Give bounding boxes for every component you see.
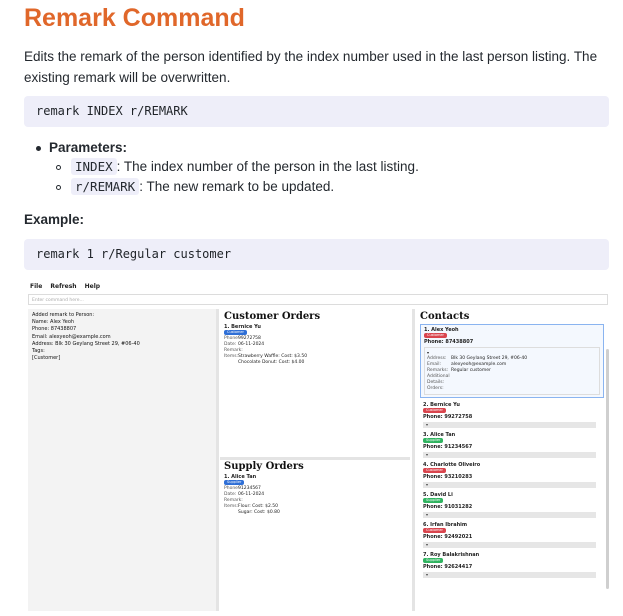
result-display: Added remark to Person: Name: Alex Yeoh … (28, 309, 216, 611)
example-code-block: remark 1 r/Regular customer (24, 239, 609, 270)
scrollbar[interactable] (606, 349, 609, 589)
result-line: Added remark to Person: (32, 312, 95, 318)
contact-tag: Customer (423, 528, 447, 533)
contact-phone: Phone: 93210283 (423, 474, 473, 480)
param-code: INDEX (71, 158, 117, 175)
bullet-dot-icon (36, 145, 41, 151)
contact-card[interactable]: 3. Alice Tan Supplier Phone: 91234567 ▾ (420, 432, 607, 458)
menu-bar: File Refresh Help (24, 281, 611, 293)
contact-name: 2. Bernice Yu (423, 402, 460, 408)
param-desc: : The index number of the person in the … (116, 159, 419, 174)
menu-refresh[interactable]: Refresh (50, 283, 76, 290)
detail-value: Regular customer (451, 368, 491, 373)
result-line: Phone: 87438807 (32, 326, 77, 333)
contact-tag: Customer (423, 408, 447, 413)
order-item: Sugar: Cost: $0.80 (238, 510, 280, 515)
result-line: Email: alexyeoh@example.com (32, 333, 111, 340)
chevron-down-icon[interactable]: ▾ (423, 572, 596, 578)
contact-tag: Customer (423, 468, 447, 473)
order-card[interactable]: 1. Bernice Yu Customer Phone: 99272758 Da… (224, 324, 406, 366)
contact-name: 1. Alex Yeoh (424, 327, 459, 333)
contact-phone: Phone: 92624417 (423, 564, 473, 570)
contact-card[interactable]: 6. Irfan Ibrahim Customer Phone: 92492021 ▾ (420, 522, 607, 548)
bullet-circle-icon (56, 184, 61, 190)
chevron-down-icon[interactable]: ▾ (423, 422, 596, 428)
app-screenshot: File Refresh Help Enter command here... … (24, 281, 611, 611)
detail-label: Orders: (427, 386, 444, 391)
contact-phone: Phone: 92492021 (423, 534, 473, 540)
chevron-down-icon[interactable]: ▾ (423, 512, 596, 518)
contact-tag: Customer (424, 333, 448, 338)
contact-list: 2. Bernice Yu Customer Phone: 99272758 ▾ 3. … (420, 402, 607, 578)
contact-card-selected[interactable]: 1. Alex Yeoh Customer Phone: 87438807 ▾ … (420, 324, 604, 398)
description-line-1: Edits the remark of the person identifie… (24, 49, 598, 64)
pane-divider[interactable] (220, 457, 410, 460)
contacts-panel: Contacts 1. Alex Yeoh Customer Phone: 87… (416, 309, 611, 611)
result-line: Name: Alex Yeoh (32, 319, 75, 326)
result-line: Tags: (32, 348, 45, 355)
field-label: Items: (224, 504, 239, 509)
param-item: INDEX: The index number of the person in… (56, 158, 419, 175)
contact-name: 5. David Li (423, 492, 453, 498)
order-item: Flour: Cost: $2.50 (238, 504, 278, 509)
contact-card[interactable]: 5. David Li Supplier Phone: 91031282 ▾ (420, 492, 607, 518)
example-heading: Example: (24, 212, 85, 227)
parameters-heading: Parameters: (36, 140, 127, 155)
contact-card[interactable]: 2. Bernice Yu Customer Phone: 99272758 ▾ (420, 402, 607, 428)
page-title: Remark Command (24, 4, 245, 32)
syntax-code-block: remark INDEX r/REMARK (24, 96, 609, 127)
order-tag: Supplier (224, 480, 245, 485)
chevron-down-icon[interactable]: ▾ (423, 452, 596, 458)
chevron-down-icon[interactable]: ▾ (423, 482, 596, 488)
customer-orders-title: Customer Orders (224, 311, 321, 322)
contact-card[interactable]: 4. Charlotte Oliveiro Customer Phone: 9321… (420, 462, 607, 488)
result-line: Address: Blk 30 Geylang Street 29, #06-4… (32, 340, 140, 347)
param-desc: : The new remark to be updated. (139, 179, 335, 194)
contact-card[interactable]: 7. Roy Balakrishnan Supplier Phone: 926244… (420, 552, 607, 578)
pane-divider[interactable] (412, 309, 415, 611)
order-tag: Customer (224, 330, 248, 335)
pane-divider[interactable] (216, 309, 219, 611)
command-input[interactable]: Enter command here... (28, 294, 608, 305)
param-item: r/REMARK: The new remark to be updated. (56, 178, 335, 195)
order-card[interactable]: 1. Alice Tan Supplier Phone: 91234567 Dat… (224, 474, 406, 516)
menu-help[interactable]: Help (85, 283, 100, 290)
contacts-title: Contacts (420, 311, 470, 322)
order-item: Strawberry Waffle: Cost: $3.50 (238, 354, 308, 359)
supply-orders-title: Supply Orders (224, 461, 304, 472)
chevron-down-icon[interactable]: ▾ (423, 542, 596, 548)
supply-orders-panel: Supply Orders 1. Alice Tan Supplier Phon… (220, 461, 410, 611)
field-label: Items: (224, 354, 239, 359)
param-code: r/REMARK (71, 178, 140, 195)
description: Edits the remark of the person identifie… (24, 46, 609, 88)
contact-tag: Supplier (423, 498, 444, 503)
menu-file[interactable]: File (30, 283, 42, 290)
description-line-2: existing remark will be overwritten. (24, 70, 231, 85)
contact-name: 3. Alice Tan (423, 432, 456, 438)
contact-tag: Supplier (423, 558, 444, 563)
bullet-circle-icon (56, 164, 61, 170)
order-customer-name: 1. Bernice Yu (224, 324, 261, 330)
contact-details: ▾ Address: Blk 30 Geylang Street 29, #06-… (424, 347, 600, 395)
contact-phone: Phone: 87438807 (424, 339, 474, 345)
contact-name: 4. Charlotte Oliveiro (423, 462, 481, 468)
contact-tag: Supplier (423, 438, 444, 443)
order-item: Chocolate Donut: Cost: $4.00 (238, 360, 305, 365)
order-supplier-name: 1. Alice Tan (224, 474, 257, 480)
contact-phone: Phone: 91234567 (423, 444, 473, 450)
customer-orders-panel: Customer Orders 1. Bernice Yu Customer P… (220, 309, 410, 459)
contact-name: 6. Irfan Ibrahim (423, 522, 468, 528)
result-line: [Customer] (32, 355, 61, 362)
contact-phone: Phone: 99272758 (423, 414, 473, 420)
contact-name: 7. Roy Balakrishnan (423, 552, 480, 558)
parameters-heading-label: Parameters: (49, 140, 128, 155)
contact-phone: Phone: 91031282 (423, 504, 473, 510)
